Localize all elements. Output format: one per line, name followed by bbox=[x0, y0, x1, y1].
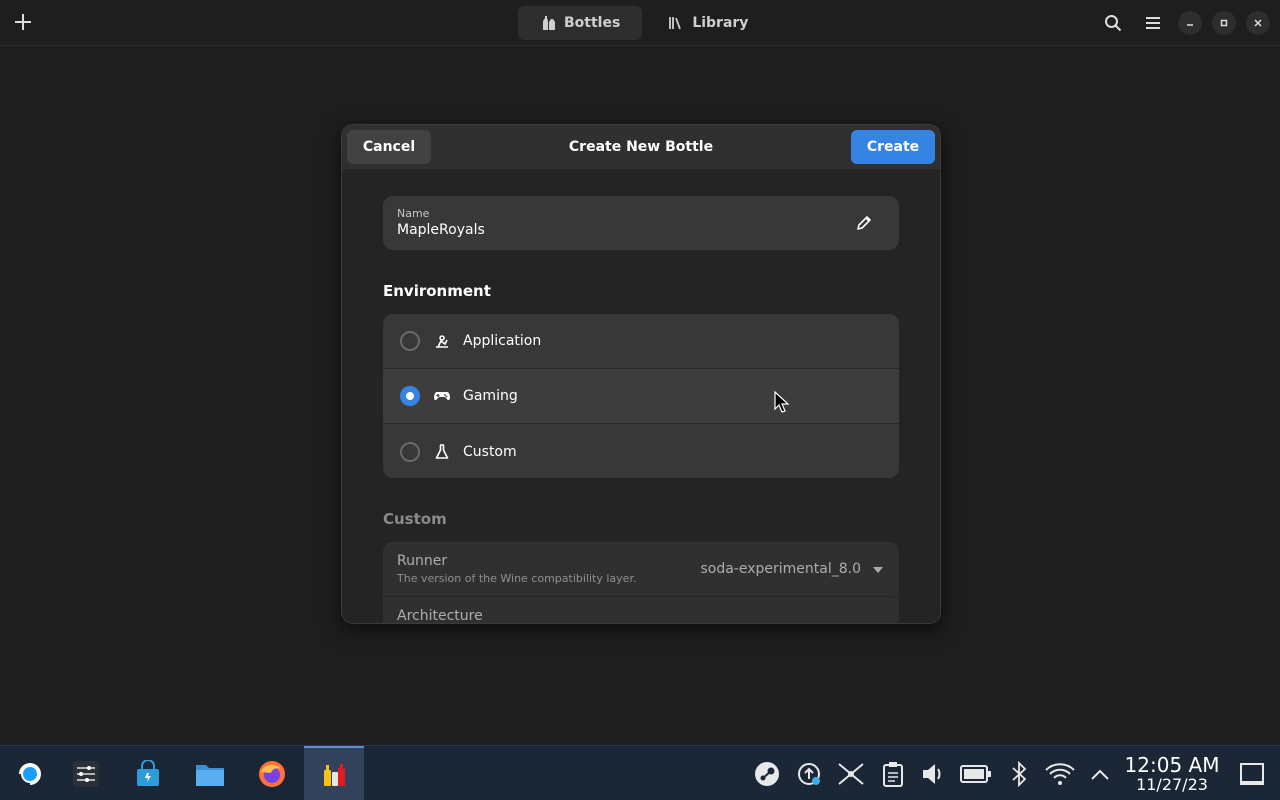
bottles-icon[interactable] bbox=[304, 746, 364, 800]
create-bottle-dialog: Cancel Create New Bottle Create Name Map… bbox=[341, 124, 941, 624]
header-actions bbox=[1098, 8, 1270, 38]
wifi-icon[interactable] bbox=[1042, 746, 1078, 800]
battery-icon bbox=[958, 746, 994, 800]
architecture-value[interactable]: 64-bit bbox=[820, 623, 861, 624]
clipboard-icon[interactable] bbox=[878, 746, 908, 800]
mouse-pointer-icon bbox=[774, 390, 790, 413]
update-icon[interactable] bbox=[794, 746, 824, 800]
name-field-label: Name bbox=[397, 207, 430, 220]
library-icon bbox=[669, 17, 682, 30]
env-option-custom[interactable]: Custom bbox=[383, 424, 899, 478]
dialog-body: Name MapleRoyals Environment Application… bbox=[342, 172, 940, 624]
close-icon bbox=[1254, 19, 1262, 27]
environment-list: Application Gaming Custom bbox=[383, 314, 899, 478]
search-icon[interactable] bbox=[1098, 8, 1128, 38]
clock-time: 12:05 AM bbox=[1124, 753, 1220, 777]
clock[interactable]: 12:05 AM 11/27/23 bbox=[1122, 754, 1222, 794]
system-settings-icon[interactable] bbox=[56, 746, 116, 800]
environment-heading: Environment bbox=[383, 282, 491, 300]
header-bar: Bottles Library bbox=[0, 0, 1280, 46]
env-option-gaming[interactable]: Gaming bbox=[383, 369, 899, 424]
bluetooth-icon[interactable] bbox=[1004, 746, 1034, 800]
dialog-header: Cancel Create New Bottle Create bbox=[342, 125, 940, 171]
pencil-icon[interactable] bbox=[855, 214, 873, 232]
minimize-button[interactable] bbox=[1178, 11, 1202, 35]
application-icon bbox=[433, 332, 451, 350]
bottles-icon bbox=[543, 16, 555, 30]
main-menu-icon[interactable] bbox=[1138, 8, 1168, 38]
expand-tray-icon[interactable] bbox=[1086, 746, 1114, 800]
runner-title: Runner bbox=[397, 553, 448, 569]
steam-deck-menu-icon[interactable] bbox=[0, 746, 60, 800]
volume-icon[interactable] bbox=[918, 746, 948, 800]
maximize-icon bbox=[1220, 19, 1228, 27]
tab-library-label: Library bbox=[692, 15, 749, 31]
flask-icon bbox=[433, 443, 451, 461]
gamepad-icon bbox=[433, 387, 451, 405]
name-field[interactable]: Name MapleRoyals bbox=[383, 196, 899, 250]
radio-custom[interactable] bbox=[400, 441, 420, 462]
runner-subtitle: The version of the Wine compatibility la… bbox=[397, 572, 637, 585]
maximize-button[interactable] bbox=[1212, 11, 1236, 35]
architecture-row[interactable]: Architecture 64-bit bbox=[383, 597, 899, 624]
custom-settings-list: Runner The version of the Wine compatibi… bbox=[383, 542, 899, 624]
add-bottle-icon[interactable] bbox=[12, 11, 34, 33]
tab-bottles[interactable]: Bottles bbox=[518, 6, 643, 40]
close-button[interactable] bbox=[1246, 11, 1270, 35]
env-option-label: Custom bbox=[463, 443, 517, 460]
chevron-down-icon[interactable] bbox=[873, 567, 883, 573]
create-button[interactable]: Create bbox=[851, 130, 935, 164]
tab-library[interactable]: Library bbox=[646, 6, 770, 40]
taskbar: 12:05 AM 11/27/23 bbox=[0, 745, 1280, 800]
minimize-icon bbox=[1187, 24, 1193, 26]
discover-store-icon[interactable] bbox=[118, 746, 178, 800]
network-graph-icon[interactable] bbox=[834, 746, 868, 800]
firefox-icon[interactable] bbox=[242, 746, 302, 800]
runner-value[interactable]: soda-experimental_8.0 bbox=[700, 561, 861, 577]
show-desktop-icon[interactable] bbox=[1236, 746, 1268, 800]
view-switcher: Bottles Library bbox=[518, 6, 770, 40]
runner-row[interactable]: Runner The version of the Wine compatibi… bbox=[383, 542, 899, 597]
env-option-application[interactable]: Application bbox=[383, 314, 899, 369]
tab-bottles-label: Bottles bbox=[564, 15, 621, 31]
steam-icon[interactable] bbox=[752, 746, 782, 800]
architecture-title: Architecture bbox=[397, 608, 483, 624]
env-option-label: Application bbox=[463, 333, 542, 349]
custom-heading: Custom bbox=[383, 510, 447, 528]
radio-gaming[interactable] bbox=[400, 386, 420, 406]
radio-application[interactable] bbox=[400, 331, 420, 351]
file-manager-icon[interactable] bbox=[180, 746, 240, 800]
env-option-label: Gaming bbox=[463, 388, 518, 404]
clock-date: 11/27/23 bbox=[1136, 775, 1208, 794]
name-field-value[interactable]: MapleRoyals bbox=[397, 222, 485, 238]
